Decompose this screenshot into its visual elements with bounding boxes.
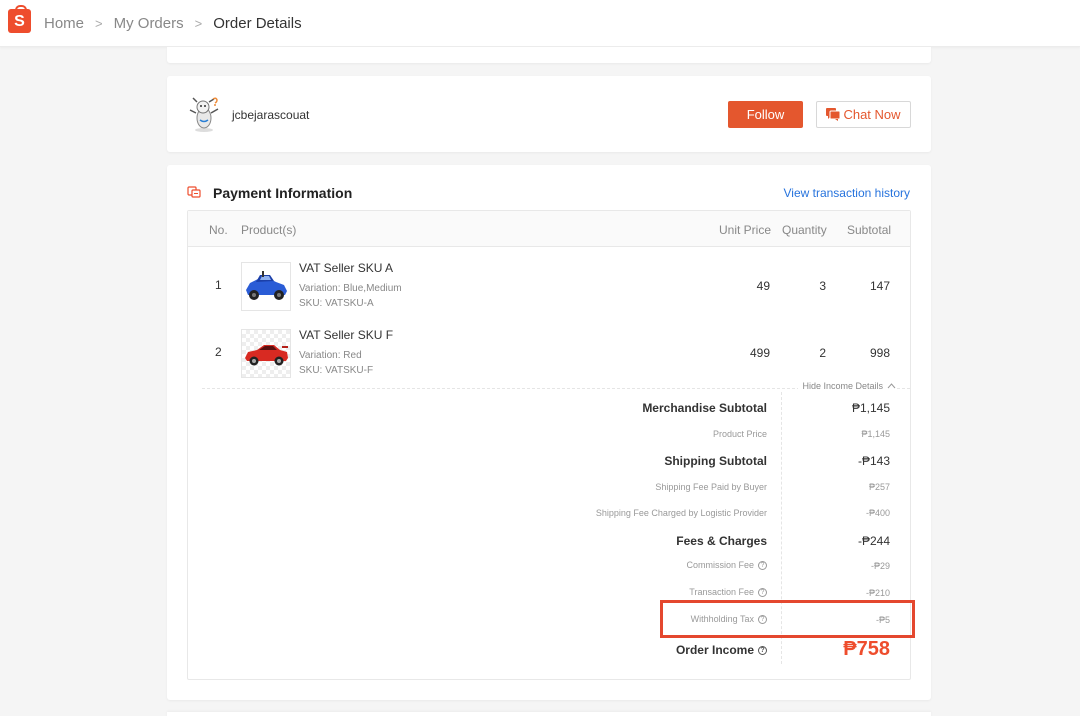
payment-icon [187, 186, 201, 198]
product-thumbnail[interactable] [241, 262, 291, 311]
commission-fee-label: Commission Fee [686, 560, 754, 570]
seller-username[interactable]: jcbejarascouat [232, 108, 309, 122]
order-income-label: Order Income [675, 643, 754, 657]
shipping-fee-charged-value: -₱400 [865, 508, 890, 518]
breadcrumb-current-page: Order Details [213, 15, 302, 32]
shipping-subtotal-label: Shipping Subtotal [664, 454, 767, 468]
shipping-fee-paid-by-buyer-value: ₱257 [868, 482, 890, 492]
chat-now-button[interactable]: Chat Now [816, 101, 911, 128]
product-variation: Variation: Red [299, 350, 362, 361]
column-header-subtotal: Subtotal [847, 223, 892, 237]
chevron-right-icon: > [95, 16, 103, 31]
commission-fee-row: Commission Fee ? [686, 560, 767, 570]
subtotal: 998 [869, 346, 890, 360]
chat-now-label: Chat Now [843, 107, 901, 122]
product-price-label: Product Price [712, 429, 767, 439]
order-income-row: Order Income ? [676, 643, 767, 657]
red-toy-car-icon [245, 345, 288, 366]
fees-and-charges-label: Fees & Charges [676, 534, 767, 548]
hide-income-details-label: Hide Income Details [802, 381, 883, 391]
chevron-right-icon: > [194, 16, 203, 31]
product-sku: SKU: VATSKU-A [299, 298, 374, 309]
question-mark-icon[interactable]: ? [758, 587, 767, 597]
unit-price: 49 [756, 279, 770, 293]
follow-button[interactable]: Follow [728, 101, 803, 128]
shopee-logo-icon[interactable]: S [8, 5, 31, 33]
merchandise-subtotal-label: Merchandise Subtotal [642, 401, 767, 415]
chat-icon [826, 108, 841, 121]
row-number: 1 [215, 278, 222, 292]
product-name[interactable]: VAT Seller SKU F [299, 328, 393, 342]
chevron-up-icon [887, 383, 896, 389]
product-price-value: ₱1,145 [861, 429, 890, 439]
product-sku: SKU: VATSKU-F [299, 365, 374, 376]
order-income-value: ₱758 [843, 638, 890, 660]
product-name[interactable]: VAT Seller SKU A [299, 261, 393, 275]
shipping-subtotal-value: -₱143 [857, 454, 890, 468]
column-header-unit-price: Unit Price [719, 223, 772, 237]
seller-avatar-icon[interactable] [187, 96, 221, 132]
row-number: 2 [215, 345, 222, 359]
payment-information-title: Payment Information [213, 185, 353, 201]
withholding-tax-highlight-box [660, 600, 915, 638]
question-mark-icon[interactable]: ? [758, 560, 767, 570]
question-mark-icon[interactable]: ? [758, 645, 767, 655]
blue-toy-car-icon [246, 271, 287, 300]
quantity: 3 [819, 279, 826, 293]
shipping-fee-paid-by-buyer-label: Shipping Fee Paid by Buyer [655, 482, 767, 492]
quantity: 2 [819, 346, 826, 360]
merchandise-subtotal-value: ₱1,145 [851, 401, 890, 415]
unit-price: 499 [749, 346, 770, 360]
breadcrumb-home-link[interactable]: Home [44, 15, 84, 32]
commission-fee-value: -₱29 [870, 561, 890, 571]
fees-and-charges-value: -₱244 [857, 534, 890, 548]
table-header: No. Product(s) Unit Price Quantity Subto… [188, 211, 910, 247]
shipping-fee-charged-label: Shipping Fee Charged by Logistic Provide… [595, 508, 767, 518]
breadcrumb: Home > My Orders > Order Details [44, 15, 302, 32]
product-thumbnail[interactable] [241, 329, 291, 378]
previous-card-edge [167, 47, 931, 63]
view-transaction-history-link[interactable]: View transaction history [783, 186, 910, 200]
transaction-fee-label: Transaction Fee [689, 587, 754, 597]
table-row: 2 VAT Seller SKU F Variation: Red SKU: V… [188, 320, 910, 380]
transaction-fee-row: Transaction Fee ? [689, 587, 767, 597]
table-row: 1 VAT Seller SKU A Variation: Blue,Mediu… [188, 253, 910, 313]
column-header-no: No. [209, 223, 228, 237]
column-header-products: Product(s) [241, 223, 297, 237]
top-navigation-bar: S Home > My Orders > Order Details [0, 0, 1080, 47]
breadcrumb-my-orders-link[interactable]: My Orders [114, 15, 184, 32]
hide-income-details-toggle[interactable]: Hide Income Details [798, 381, 896, 391]
product-variation: Variation: Blue,Medium [299, 283, 402, 294]
next-card-edge [167, 712, 931, 716]
seller-card: jcbejarascouat Follow Chat Now [167, 76, 931, 152]
column-header-quantity: Quantity [782, 223, 827, 237]
transaction-fee-value: -₱210 [865, 588, 890, 598]
subtotal: 147 [869, 279, 890, 293]
